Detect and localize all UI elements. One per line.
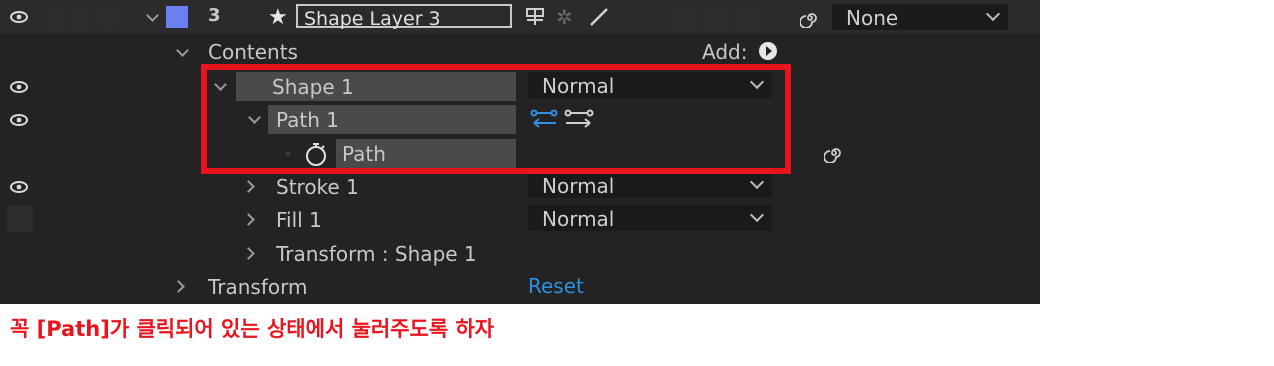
transform-label: Transform	[208, 275, 308, 299]
layer-number: 3	[208, 5, 221, 26]
pickwhip-spiral-icon[interactable]	[800, 8, 820, 28]
contents-twirl-down-icon[interactable]	[176, 44, 189, 57]
chevron-down-icon	[749, 207, 765, 223]
fill1-row[interactable]: Fill 1 Normal	[0, 203, 1040, 236]
collapse-transform-icon[interactable]: ✲	[556, 5, 573, 29]
solo-toggle[interactable]	[72, 4, 92, 29]
shy-icon[interactable]	[524, 7, 546, 27]
eye-icon[interactable]	[10, 11, 28, 23]
layer-twirl-down-icon[interactable]	[146, 9, 159, 22]
transform-shape1-label: Transform : Shape 1	[276, 242, 477, 266]
parent-dropdown[interactable]: None	[832, 4, 1008, 30]
transform-twirl-right-icon[interactable]	[172, 280, 185, 293]
layer-row[interactable]: 3 ★ Shape Layer 3 ✲ None	[0, 0, 1040, 33]
stroke1-twirl-right-icon[interactable]	[242, 180, 255, 193]
transform-shape1-twirl-right-icon[interactable]	[242, 247, 255, 260]
eye-icon[interactable]	[10, 81, 28, 93]
fill1-label: Fill 1	[276, 208, 322, 232]
transform-shape1-row[interactable]: Transform : Shape 1	[0, 237, 1040, 270]
highlight-box	[201, 64, 791, 174]
contents-label: Contents	[208, 40, 298, 64]
eye-icon[interactable]	[10, 181, 28, 193]
effect-toggle[interactable]	[672, 4, 698, 29]
audio-toggle[interactable]	[46, 4, 66, 29]
chevron-down-icon	[985, 6, 1001, 22]
eye-icon[interactable]	[10, 114, 28, 126]
fill1-twirl-right-icon[interactable]	[242, 213, 255, 226]
visibility-toggle-off[interactable]	[7, 206, 33, 232]
star-icon: ★	[268, 5, 288, 30]
stroke1-blend-dropdown[interactable]: Normal	[528, 172, 772, 198]
stroke1-row[interactable]: Stroke 1 Normal	[0, 170, 1040, 203]
label-color-swatch[interactable]	[166, 6, 188, 28]
lock-toggle[interactable]	[98, 4, 118, 29]
chevron-down-icon	[749, 174, 765, 190]
layer-name-field[interactable]: Shape Layer 3	[296, 4, 512, 30]
add-play-icon[interactable]	[758, 41, 778, 61]
quality-slash-icon[interactable]	[588, 6, 610, 28]
transform-row[interactable]: Transform Reset	[0, 270, 1040, 303]
instruction-caption: 꼭 [Path]가 클릭되어 있는 상태에서 눌러주도록 하자	[10, 317, 495, 341]
timeline-panel: 3 ★ Shape Layer 3 ✲ None Contents Add: S…	[0, 0, 1040, 304]
reset-link[interactable]: Reset	[528, 276, 584, 296]
pickwhip-spiral-icon[interactable]	[824, 143, 844, 163]
motion-blur-toggle[interactable]	[736, 4, 762, 29]
stroke1-label: Stroke 1	[276, 175, 359, 199]
frame-blend-toggle[interactable]	[704, 4, 730, 29]
fill1-blend-dropdown[interactable]: Normal	[528, 205, 772, 231]
add-label: Add:	[702, 40, 748, 64]
